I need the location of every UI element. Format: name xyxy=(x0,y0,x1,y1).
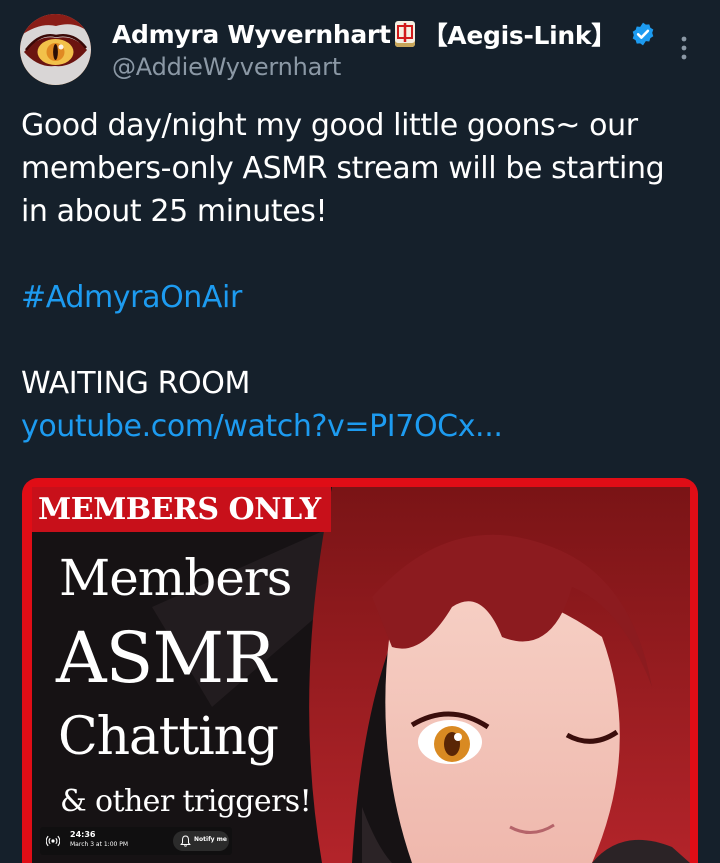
live-broadcast-icon xyxy=(46,834,60,848)
video-thumbnail[interactable]: MEMBERS ONLY Members ASMR Chatting & oth… xyxy=(32,487,690,863)
tweet-text-line: in about 25 minutes! xyxy=(21,194,328,229)
author-name-row[interactable]: Admyra Wyvernhart 【Aegis-Link】 xyxy=(112,17,656,51)
stream-date: March 3 at 1:00 PM xyxy=(70,841,129,848)
stream-duration: 24:36 xyxy=(70,830,96,839)
tweet-text-line: members-only ASMR stream will be startin… xyxy=(21,151,665,186)
tweet-text-line: Good day/night my good little goons~ our xyxy=(21,108,638,143)
thumbnail-title-line: Members xyxy=(59,549,292,607)
avatar-dragon-eye-icon xyxy=(20,14,91,85)
stream-schedule-bar: 24:36 March 3 at 1:00 PM Notify me xyxy=(40,827,232,855)
thumbnail-title-line: ASMR xyxy=(56,617,276,699)
post-header: Admyra Wyvernhart 【Aegis-Link】 @AddieWyv… xyxy=(0,0,720,96)
bell-icon xyxy=(180,835,191,847)
thumbnail-title-line: & other triggers! xyxy=(60,784,312,819)
author-handle[interactable]: @AddieWyvernhart xyxy=(112,53,341,81)
author-name-affix: 【Aegis-Link】 xyxy=(422,21,617,50)
notify-me-button: Notify me xyxy=(173,831,229,851)
members-only-banner: MEMBERS ONLY xyxy=(32,487,331,532)
youtube-link[interactable]: youtube.com/watch?v=PI7OCx... xyxy=(21,405,701,448)
more-options-icon[interactable] xyxy=(674,33,694,63)
media-thumbnail-card[interactable]: MEMBERS ONLY Members ASMR Chatting & oth… xyxy=(22,478,698,863)
author-display-name[interactable]: Admyra Wyvernhart xyxy=(112,20,391,49)
thumbnail-title-line: Chatting xyxy=(58,707,279,767)
hashtag-link[interactable]: #AdmyraOnAir xyxy=(21,276,701,319)
tweet-text: Good day/night my good little goons~ our… xyxy=(21,104,701,448)
avatar[interactable] xyxy=(20,14,91,85)
verified-badge-icon xyxy=(630,21,656,47)
mahjong-tile-icon xyxy=(394,21,415,47)
notify-me-label: Notify me xyxy=(194,836,227,843)
tweet-text-label: WAITING ROOM xyxy=(21,366,250,401)
